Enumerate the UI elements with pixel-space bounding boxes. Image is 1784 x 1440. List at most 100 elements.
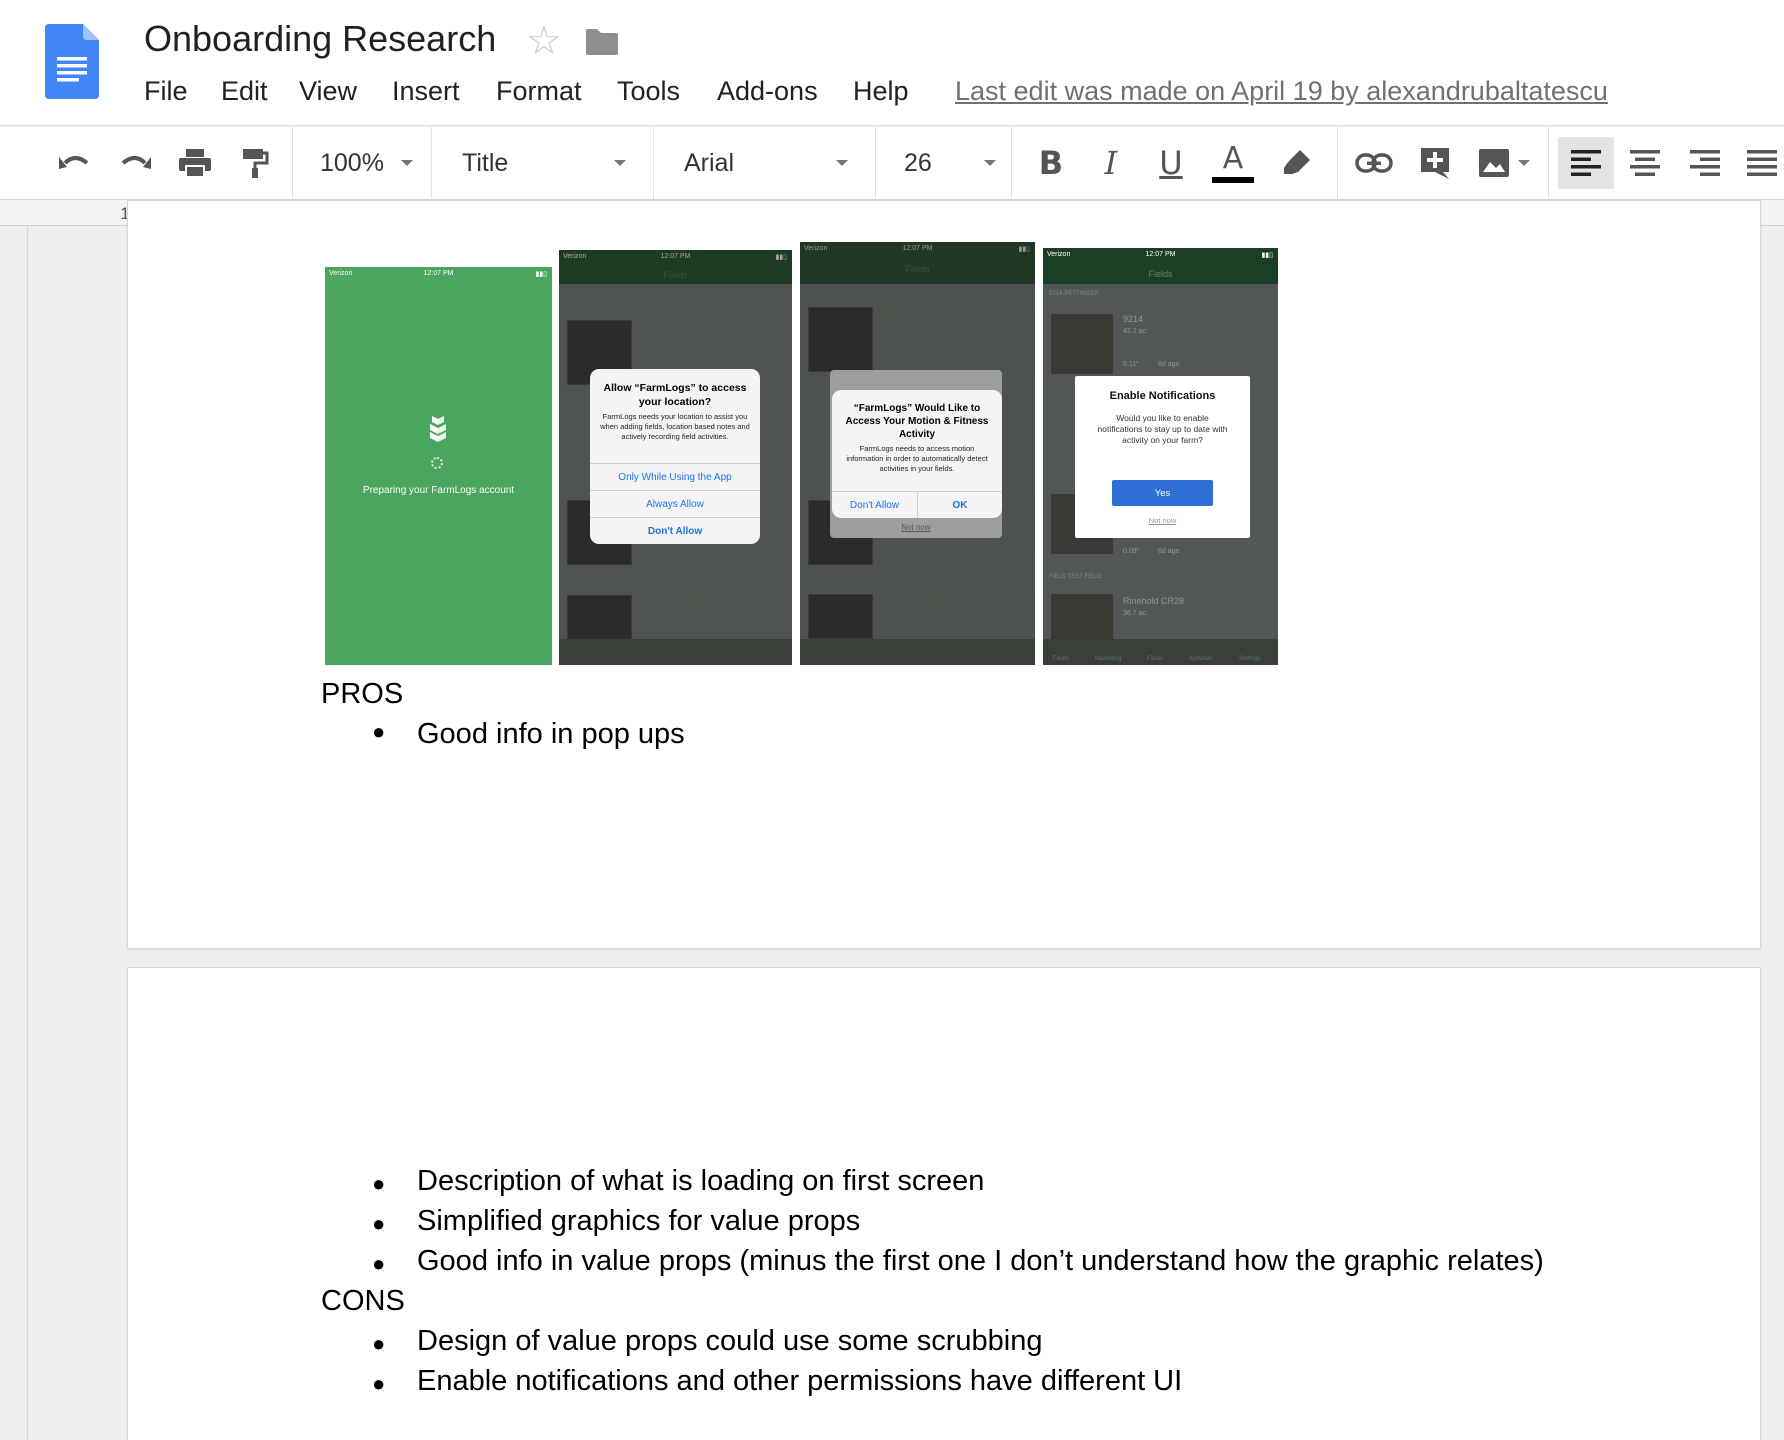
bold-button[interactable]: B (1028, 140, 1074, 186)
location-permission-screenshot[interactable]: Verizon 12:07 PM ▮▮▯ Fields 9214-PETTING… (559, 250, 792, 665)
not-now-link[interactable]: Not now (1075, 516, 1250, 525)
add-comment-icon (1421, 148, 1449, 179)
field-name: Rinehold CR28 (882, 597, 944, 607)
justify-icon (1747, 150, 1777, 176)
rain-ago: 6d ago (1158, 361, 1180, 368)
insert-image-button[interactable] (1472, 140, 1536, 186)
menu-tools[interactable]: Tools (617, 76, 680, 107)
motion-permission-screenshot[interactable]: Verizon 12:07 PM ▮▮▯ Fields 9214 42.2 ac… (800, 242, 1035, 665)
align-right-button[interactable] (1682, 140, 1728, 186)
notifications-screenshot[interactable]: Verizon 12:07 PM ▮▮▯ Fields 9214-PETTING… (1043, 248, 1278, 665)
list-item: Enable notifications and other permissio… (417, 1365, 1183, 1397)
notifications-dialog: Enable Notifications Would you like to e… (1075, 376, 1250, 538)
chevron-down-icon (614, 160, 626, 166)
field-thumbnail (567, 595, 632, 640)
tab-label: Fields (1053, 656, 1070, 662)
splash-screenshot[interactable]: Verizon 12:07 PM ▮▮▯ Preparing your Farm… (325, 267, 552, 665)
chevron-down-icon (401, 160, 413, 166)
justify-button[interactable] (1742, 140, 1782, 186)
status-bar: Verizon 12:07 PM ▮▮▯ (325, 267, 552, 283)
last-edit-link[interactable]: Last edit was made on April 19 by alexan… (955, 76, 1608, 107)
text-color-button[interactable]: A (1210, 140, 1256, 186)
menu-insert[interactable]: Insert (392, 76, 460, 107)
toolbar-separator (1011, 127, 1012, 200)
field-thumbnail (808, 307, 873, 372)
zoom-select[interactable]: 100% (296, 140, 431, 186)
highlight-button[interactable] (1274, 140, 1320, 186)
field-thumbnail (1051, 594, 1113, 639)
field-size: 36.7 ac (1123, 610, 1146, 617)
tab-label: Marketing (1095, 656, 1122, 662)
yes-button[interactable]: Yes (1112, 480, 1213, 506)
align-left-icon (1571, 150, 1601, 176)
battery-icon: ▮▮▯ (1261, 252, 1273, 259)
app-tab-bar (800, 639, 1035, 665)
field-size: 42.2 ac (882, 322, 905, 329)
ok-button[interactable]: OK (917, 491, 1002, 518)
font-size-value: 26 (904, 148, 932, 177)
farmlogs-logo-icon (430, 416, 446, 442)
bullet: ● (372, 719, 386, 744)
field-name: 9214 (882, 308, 903, 318)
paint-format-button[interactable] (232, 140, 278, 186)
font-select[interactable]: Arial (654, 140, 874, 186)
splash-caption: Preparing your FarmLogs account (362, 485, 515, 496)
highlighter-icon (1284, 150, 1310, 174)
battery-icon: ▮▮▯ (775, 254, 787, 261)
always-allow-button[interactable]: Always Allow (590, 490, 760, 517)
menu-edit[interactable]: Edit (221, 76, 268, 107)
field-thumbnail (808, 594, 873, 639)
location-permission-dialog: Allow “FarmLogs” to access your location… (590, 369, 760, 544)
bullet: ● (372, 1251, 386, 1276)
style-select[interactable]: Title (432, 140, 652, 186)
insert-comment-button[interactable] (1412, 140, 1458, 186)
dialog-body: FarmLogs needs to access motion informat… (846, 444, 988, 473)
rain-value: 0.09" (1123, 548, 1140, 555)
not-now-link: Not now (901, 523, 931, 532)
menu-help[interactable]: Help (853, 76, 909, 107)
insert-link-button[interactable] (1351, 140, 1397, 186)
undo-button[interactable] (52, 140, 98, 186)
zoom-value: 100% (320, 148, 384, 177)
image-icon (1479, 149, 1509, 177)
toolbar: 100% Title Arial 26 B I U A (0, 127, 1784, 200)
star-icon[interactable]: ☆ (526, 21, 562, 61)
section-label: FIELD TEST FIELD (565, 575, 618, 581)
list-item: Design of value props could use some scr… (417, 1325, 1043, 1357)
underline-icon: U (1159, 144, 1183, 182)
docs-logo-icon[interactable] (45, 24, 99, 99)
redo-icon (121, 156, 151, 169)
field-name: Rinehold CR28 (641, 597, 703, 607)
cons-heading: CONS (321, 1285, 405, 1317)
clock-label: 12:07 PM (902, 245, 933, 252)
menu-view[interactable]: View (299, 76, 357, 107)
list-item: Simplified graphics for value props (417, 1205, 861, 1237)
field-name: Rinehold CR28 (1123, 596, 1185, 606)
field-name: 9214 (641, 316, 662, 326)
menu-file[interactable]: File (144, 76, 188, 107)
align-left-button[interactable] (1558, 137, 1614, 189)
print-icon (179, 149, 211, 178)
align-right-icon (1690, 150, 1720, 176)
align-center-button[interactable] (1622, 140, 1668, 186)
document-page-2[interactable]: ● Description of what is loading on firs… (127, 967, 1761, 1440)
folder-icon[interactable] (584, 28, 620, 56)
document-page-1[interactable]: Verizon 12:07 PM ▮▮▯ Preparing your Farm… (127, 200, 1761, 949)
clock-label: 12:07 PM (1145, 251, 1176, 258)
redo-button[interactable] (112, 140, 158, 186)
print-button[interactable] (172, 140, 218, 186)
app-header-title: Fields (905, 264, 930, 274)
only-while-using-button[interactable]: Only While Using the App (590, 463, 760, 490)
toolbar-separator (1548, 127, 1549, 200)
document-title[interactable]: Onboarding Research (144, 18, 496, 60)
chevron-down-icon (984, 160, 996, 166)
italic-button[interactable]: I (1088, 140, 1134, 186)
font-size-select[interactable]: 26 (876, 140, 1010, 186)
dont-allow-button[interactable]: Don't Allow (832, 491, 917, 518)
menu-format[interactable]: Format (496, 76, 582, 107)
battery-icon: ▮▮▯ (535, 271, 547, 278)
chevron-down-icon (1518, 160, 1530, 166)
underline-button[interactable]: U (1148, 140, 1194, 186)
dont-allow-button[interactable]: Don't Allow (590, 517, 760, 544)
menu-add-ons[interactable]: Add-ons (717, 76, 818, 107)
